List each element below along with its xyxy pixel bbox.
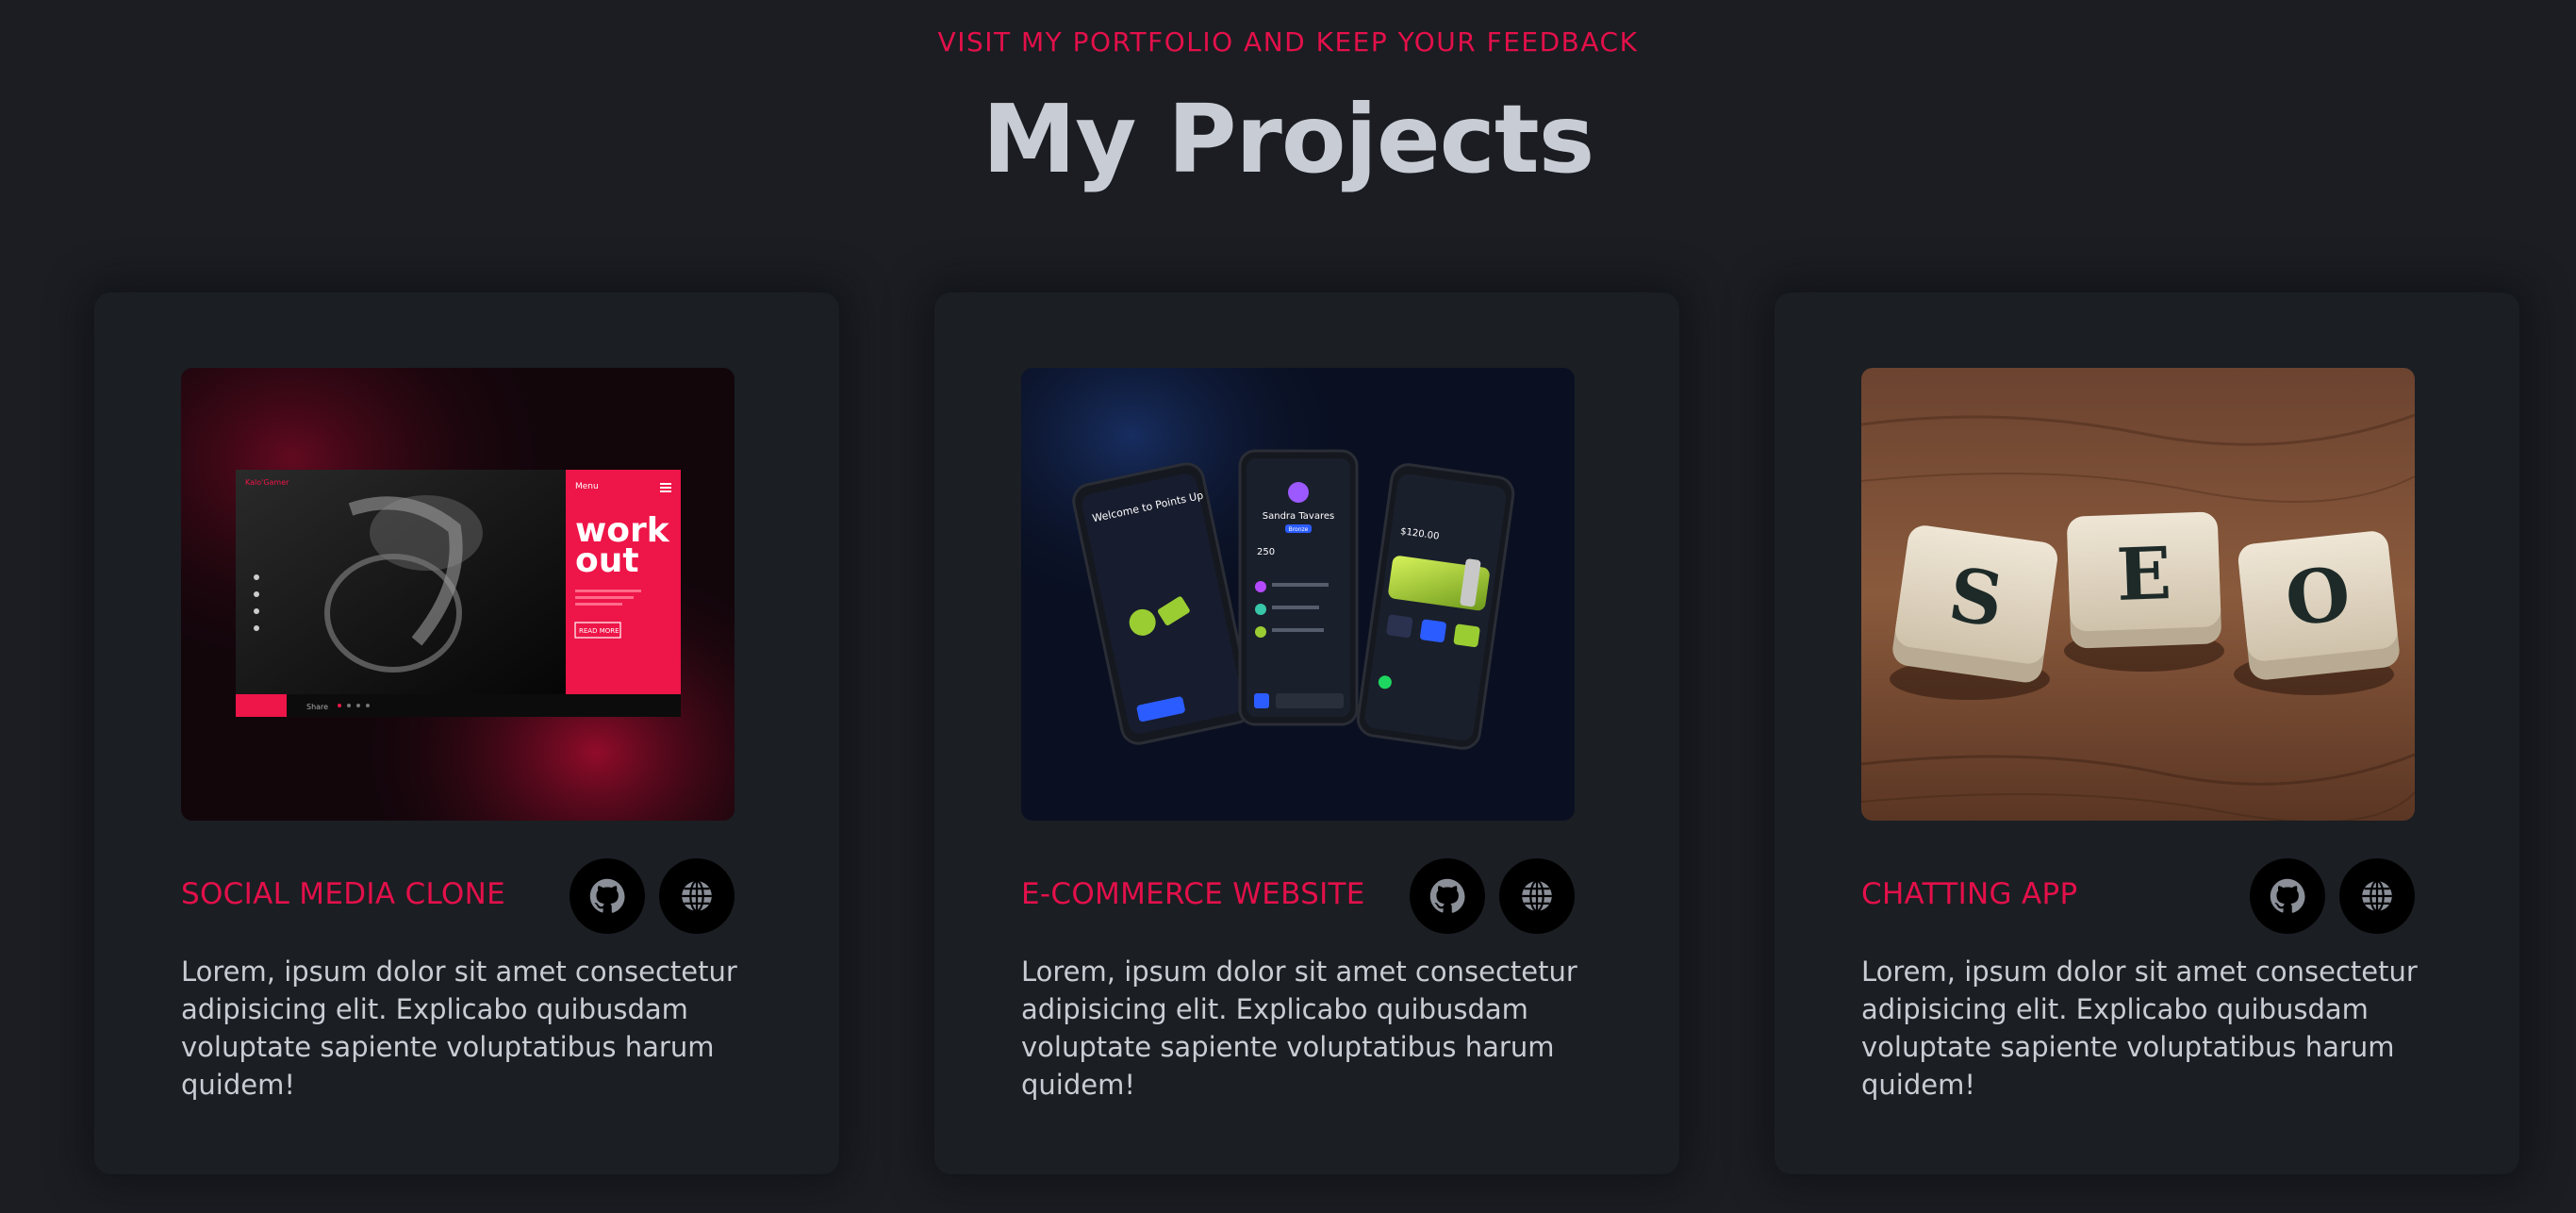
globe-icon	[2362, 880, 2392, 912]
globe-icon	[1522, 880, 1552, 912]
image-button-text: READ MORE	[579, 627, 619, 635]
project-description: Lorem, ipsum dolor sit amet consectetur …	[1021, 955, 1577, 1101]
image-headline-2: out	[575, 541, 639, 580]
tile-letter-o: O	[2282, 551, 2354, 643]
tile-letter-e: E	[2115, 531, 2172, 617]
project-title: E-COMMERCE WEBSITE	[1021, 877, 1365, 911]
globe-icon	[682, 880, 712, 912]
image-menu-text: Menu	[575, 482, 599, 491]
project-title: CHATTING APP	[1861, 877, 2078, 911]
image-logo-text: Kalo'Gamer	[245, 478, 289, 487]
github-icon	[2270, 878, 2305, 913]
phone-badge-text: Bronze	[1289, 526, 1309, 533]
website-link-button[interactable]	[1499, 858, 1575, 934]
project-image-seo-tiles: S E O	[1861, 368, 2415, 821]
section-eyebrow: VISIT MY PORTFOLIO AND KEEP YOUR FEEDBAC…	[937, 26, 1639, 58]
github-icon	[589, 878, 625, 913]
project-title: SOCIAL MEDIA CLONE	[181, 877, 505, 911]
website-link-button[interactable]	[659, 858, 735, 934]
project-image-mobile-app: Welcome to Points Up Sandra Tavares Bron…	[1021, 368, 1575, 821]
page-title: My Projects	[982, 84, 1595, 194]
image-share-text: Share	[306, 703, 328, 711]
github-link-button[interactable]	[1410, 858, 1485, 934]
project-card-ecommerce: Welcome to Points Up Sandra Tavares Bron…	[934, 292, 1679, 1174]
phone-points-text: 250	[1257, 547, 1275, 557]
website-link-button[interactable]	[2339, 858, 2415, 934]
phone-name-text: Sandra Tavares	[1263, 511, 1334, 522]
github-link-button[interactable]	[2250, 858, 2325, 934]
github-link-button[interactable]	[570, 858, 645, 934]
project-description: Lorem, ipsum dolor sit amet consectetur …	[181, 955, 737, 1101]
project-image-workout: Menu work out READ MORE Kalo'Gamer Share	[181, 368, 735, 821]
github-icon	[1429, 878, 1465, 913]
project-card-chatting-app: S E O CHATTING APP Lorem, ipsum dolor si…	[1775, 292, 2519, 1174]
project-card-social-media: Menu work out READ MORE Kalo'Gamer Share	[94, 292, 839, 1174]
project-description: Lorem, ipsum dolor sit amet consectetur …	[1861, 955, 2418, 1101]
